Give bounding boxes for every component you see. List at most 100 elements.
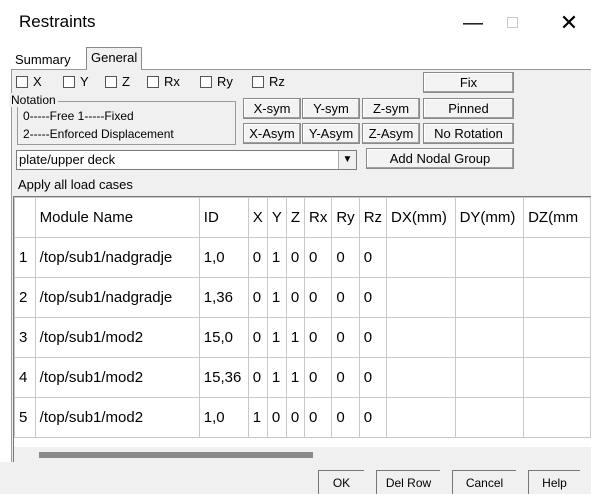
table-cell[interactable]: 0 bbox=[358, 317, 388, 358]
table-cell[interactable]: 0 bbox=[303, 397, 333, 438]
table-cell[interactable] bbox=[386, 397, 456, 438]
checkbox-box[interactable] bbox=[200, 75, 212, 88]
column-header[interactable]: Ry bbox=[331, 197, 360, 238]
table-cell[interactable]: 0 bbox=[266, 397, 287, 438]
table-cell[interactable]: 0 bbox=[247, 237, 268, 278]
maximize-button[interactable] bbox=[492, 8, 532, 38]
table-cell[interactable] bbox=[386, 237, 456, 278]
checkbox-x[interactable]: X bbox=[16, 74, 42, 89]
horizontal-scrollbar[interactable] bbox=[14, 447, 591, 462]
table-cell[interactable]: 0 bbox=[331, 317, 360, 358]
z-sym-button[interactable]: Z-sym bbox=[362, 98, 420, 119]
table-cell[interactable]: 1,0 bbox=[198, 237, 249, 278]
checkbox-z[interactable]: Z bbox=[105, 74, 130, 89]
table-row[interactable]: 4/top/sub1/mod2 15,36 0 1 1 0 0 0 bbox=[14, 357, 591, 398]
table-cell[interactable]: 1 bbox=[285, 357, 306, 398]
column-header[interactable]: ID bbox=[198, 197, 249, 238]
checkbox-box[interactable] bbox=[16, 75, 28, 88]
checkbox-box[interactable] bbox=[252, 75, 264, 88]
column-header[interactable]: DY(mm) bbox=[454, 197, 525, 238]
scrollbar-thumb[interactable] bbox=[39, 452, 313, 458]
table-cell[interactable]: 0 bbox=[247, 317, 268, 358]
checkbox-rz[interactable]: Rz bbox=[252, 74, 285, 89]
nodal-group-select[interactable]: plate/upper deck ▼ bbox=[16, 150, 357, 170]
z-asym-button[interactable]: Z-Asym bbox=[362, 123, 420, 144]
no-rotation-button[interactable]: No Rotation bbox=[423, 123, 514, 144]
table-row[interactable]: 3/top/sub1/mod2 15,0 0 1 1 0 0 0 bbox=[14, 317, 591, 358]
fix-button[interactable]: Fix bbox=[423, 72, 514, 93]
column-header[interactable]: Y bbox=[266, 197, 287, 238]
table-cell[interactable]: 0 bbox=[358, 397, 388, 438]
column-header[interactable]: X bbox=[247, 197, 268, 238]
tab-general[interactable]: General bbox=[86, 47, 143, 70]
tab-summary[interactable]: Summary bbox=[11, 50, 75, 72]
table-row[interactable]: 1/top/sub1/nadgradje 1,0 0 1 0 0 0 0 bbox=[14, 237, 591, 278]
table-cell[interactable]: 1,36 bbox=[198, 277, 249, 318]
table-cell[interactable]: /top/sub1/nadgradje bbox=[34, 237, 200, 278]
restraints-table[interactable]: Module Name ID X Y Z Rx Ry Rz DX(mm) DY(… bbox=[13, 196, 591, 462]
table-cell[interactable]: 1 bbox=[247, 397, 268, 438]
column-header[interactable]: Z bbox=[285, 197, 306, 238]
column-header[interactable]: Rz bbox=[358, 197, 388, 238]
checkbox-ry[interactable]: Ry bbox=[200, 74, 233, 89]
table-cell[interactable]: 15,0 bbox=[198, 317, 249, 358]
table-cell[interactable]: 1 bbox=[266, 317, 287, 358]
checkbox-box[interactable] bbox=[63, 75, 75, 88]
column-header[interactable]: DX(mm) bbox=[386, 197, 456, 238]
table-row[interactable]: 2/top/sub1/nadgradje 1,36 0 1 0 0 0 0 bbox=[14, 277, 591, 318]
table-cell[interactable]: 0 bbox=[331, 397, 360, 438]
checkbox-box[interactable] bbox=[105, 75, 117, 88]
x-asym-button[interactable]: X-Asym bbox=[243, 123, 301, 144]
table-cell[interactable]: /top/sub1/mod2 bbox=[34, 357, 200, 398]
table-cell[interactable]: 0 bbox=[331, 357, 360, 398]
checkbox-rx[interactable]: Rx bbox=[147, 74, 180, 89]
column-header[interactable]: DZ(mm bbox=[523, 197, 591, 238]
table-cell[interactable] bbox=[523, 357, 591, 398]
table-cell[interactable]: 0 bbox=[285, 237, 306, 278]
table-cell[interactable] bbox=[523, 277, 591, 318]
y-sym-button[interactable]: Y-sym bbox=[302, 98, 360, 119]
table-cell[interactable] bbox=[454, 237, 525, 278]
table-cell[interactable]: 0 bbox=[303, 317, 333, 358]
table-row[interactable]: 5/top/sub1/mod2 1,0 1 0 0 0 0 0 bbox=[14, 397, 591, 438]
ok-button[interactable]: OK bbox=[318, 470, 364, 494]
checkbox-box[interactable] bbox=[147, 75, 159, 88]
table-cell[interactable]: 1 bbox=[266, 237, 287, 278]
table-cell[interactable]: 0 bbox=[358, 357, 388, 398]
table-cell[interactable]: 15,36 bbox=[198, 357, 249, 398]
table-cell[interactable]: 0 bbox=[358, 277, 388, 318]
table-cell[interactable] bbox=[454, 277, 525, 318]
column-header[interactable]: Rx bbox=[303, 197, 333, 238]
table-cell[interactable] bbox=[386, 317, 456, 358]
checkbox-y[interactable]: Y bbox=[63, 74, 89, 89]
table-cell[interactable]: /top/sub1/mod2 bbox=[34, 317, 200, 358]
table-cell[interactable]: 0 bbox=[331, 277, 360, 318]
minimize-button[interactable]: — bbox=[453, 8, 493, 38]
chevron-down-icon[interactable]: ▼ bbox=[338, 151, 356, 169]
table-cell[interactable] bbox=[386, 277, 456, 318]
table-cell[interactable]: /top/sub1/nadgradje bbox=[34, 277, 200, 318]
close-button[interactable]: ✕ bbox=[549, 8, 589, 38]
y-asym-button[interactable]: Y-Asym bbox=[302, 123, 360, 144]
table-cell[interactable]: 1,0 bbox=[198, 397, 249, 438]
table-cell[interactable] bbox=[454, 317, 525, 358]
table-cell[interactable]: 1 bbox=[285, 317, 306, 358]
table-cell[interactable]: /top/sub1/mod2 bbox=[34, 397, 200, 438]
table-cell[interactable]: 0 bbox=[303, 277, 333, 318]
x-sym-button[interactable]: X-sym bbox=[243, 98, 301, 119]
table-cell[interactable]: 0 bbox=[247, 357, 268, 398]
table-cell[interactable]: 1 bbox=[266, 277, 287, 318]
table-cell[interactable]: 0 bbox=[331, 237, 360, 278]
add-nodal-group-button[interactable]: Add Nodal Group bbox=[366, 148, 514, 169]
help-button[interactable]: Help bbox=[528, 470, 580, 494]
table-cell[interactable]: 0 bbox=[247, 277, 268, 318]
table-cell[interactable]: 0 bbox=[303, 237, 333, 278]
apply-all-load-cases[interactable]: Apply all load cases bbox=[18, 177, 133, 192]
table-cell[interactable] bbox=[454, 397, 525, 438]
column-header[interactable]: Module Name bbox=[34, 197, 200, 238]
table-cell[interactable] bbox=[523, 397, 591, 438]
del-row-button[interactable]: Del Row bbox=[376, 470, 440, 494]
cancel-button[interactable]: Cancel bbox=[452, 470, 516, 494]
table-cell[interactable]: 0 bbox=[303, 357, 333, 398]
table-cell[interactable] bbox=[523, 237, 591, 278]
